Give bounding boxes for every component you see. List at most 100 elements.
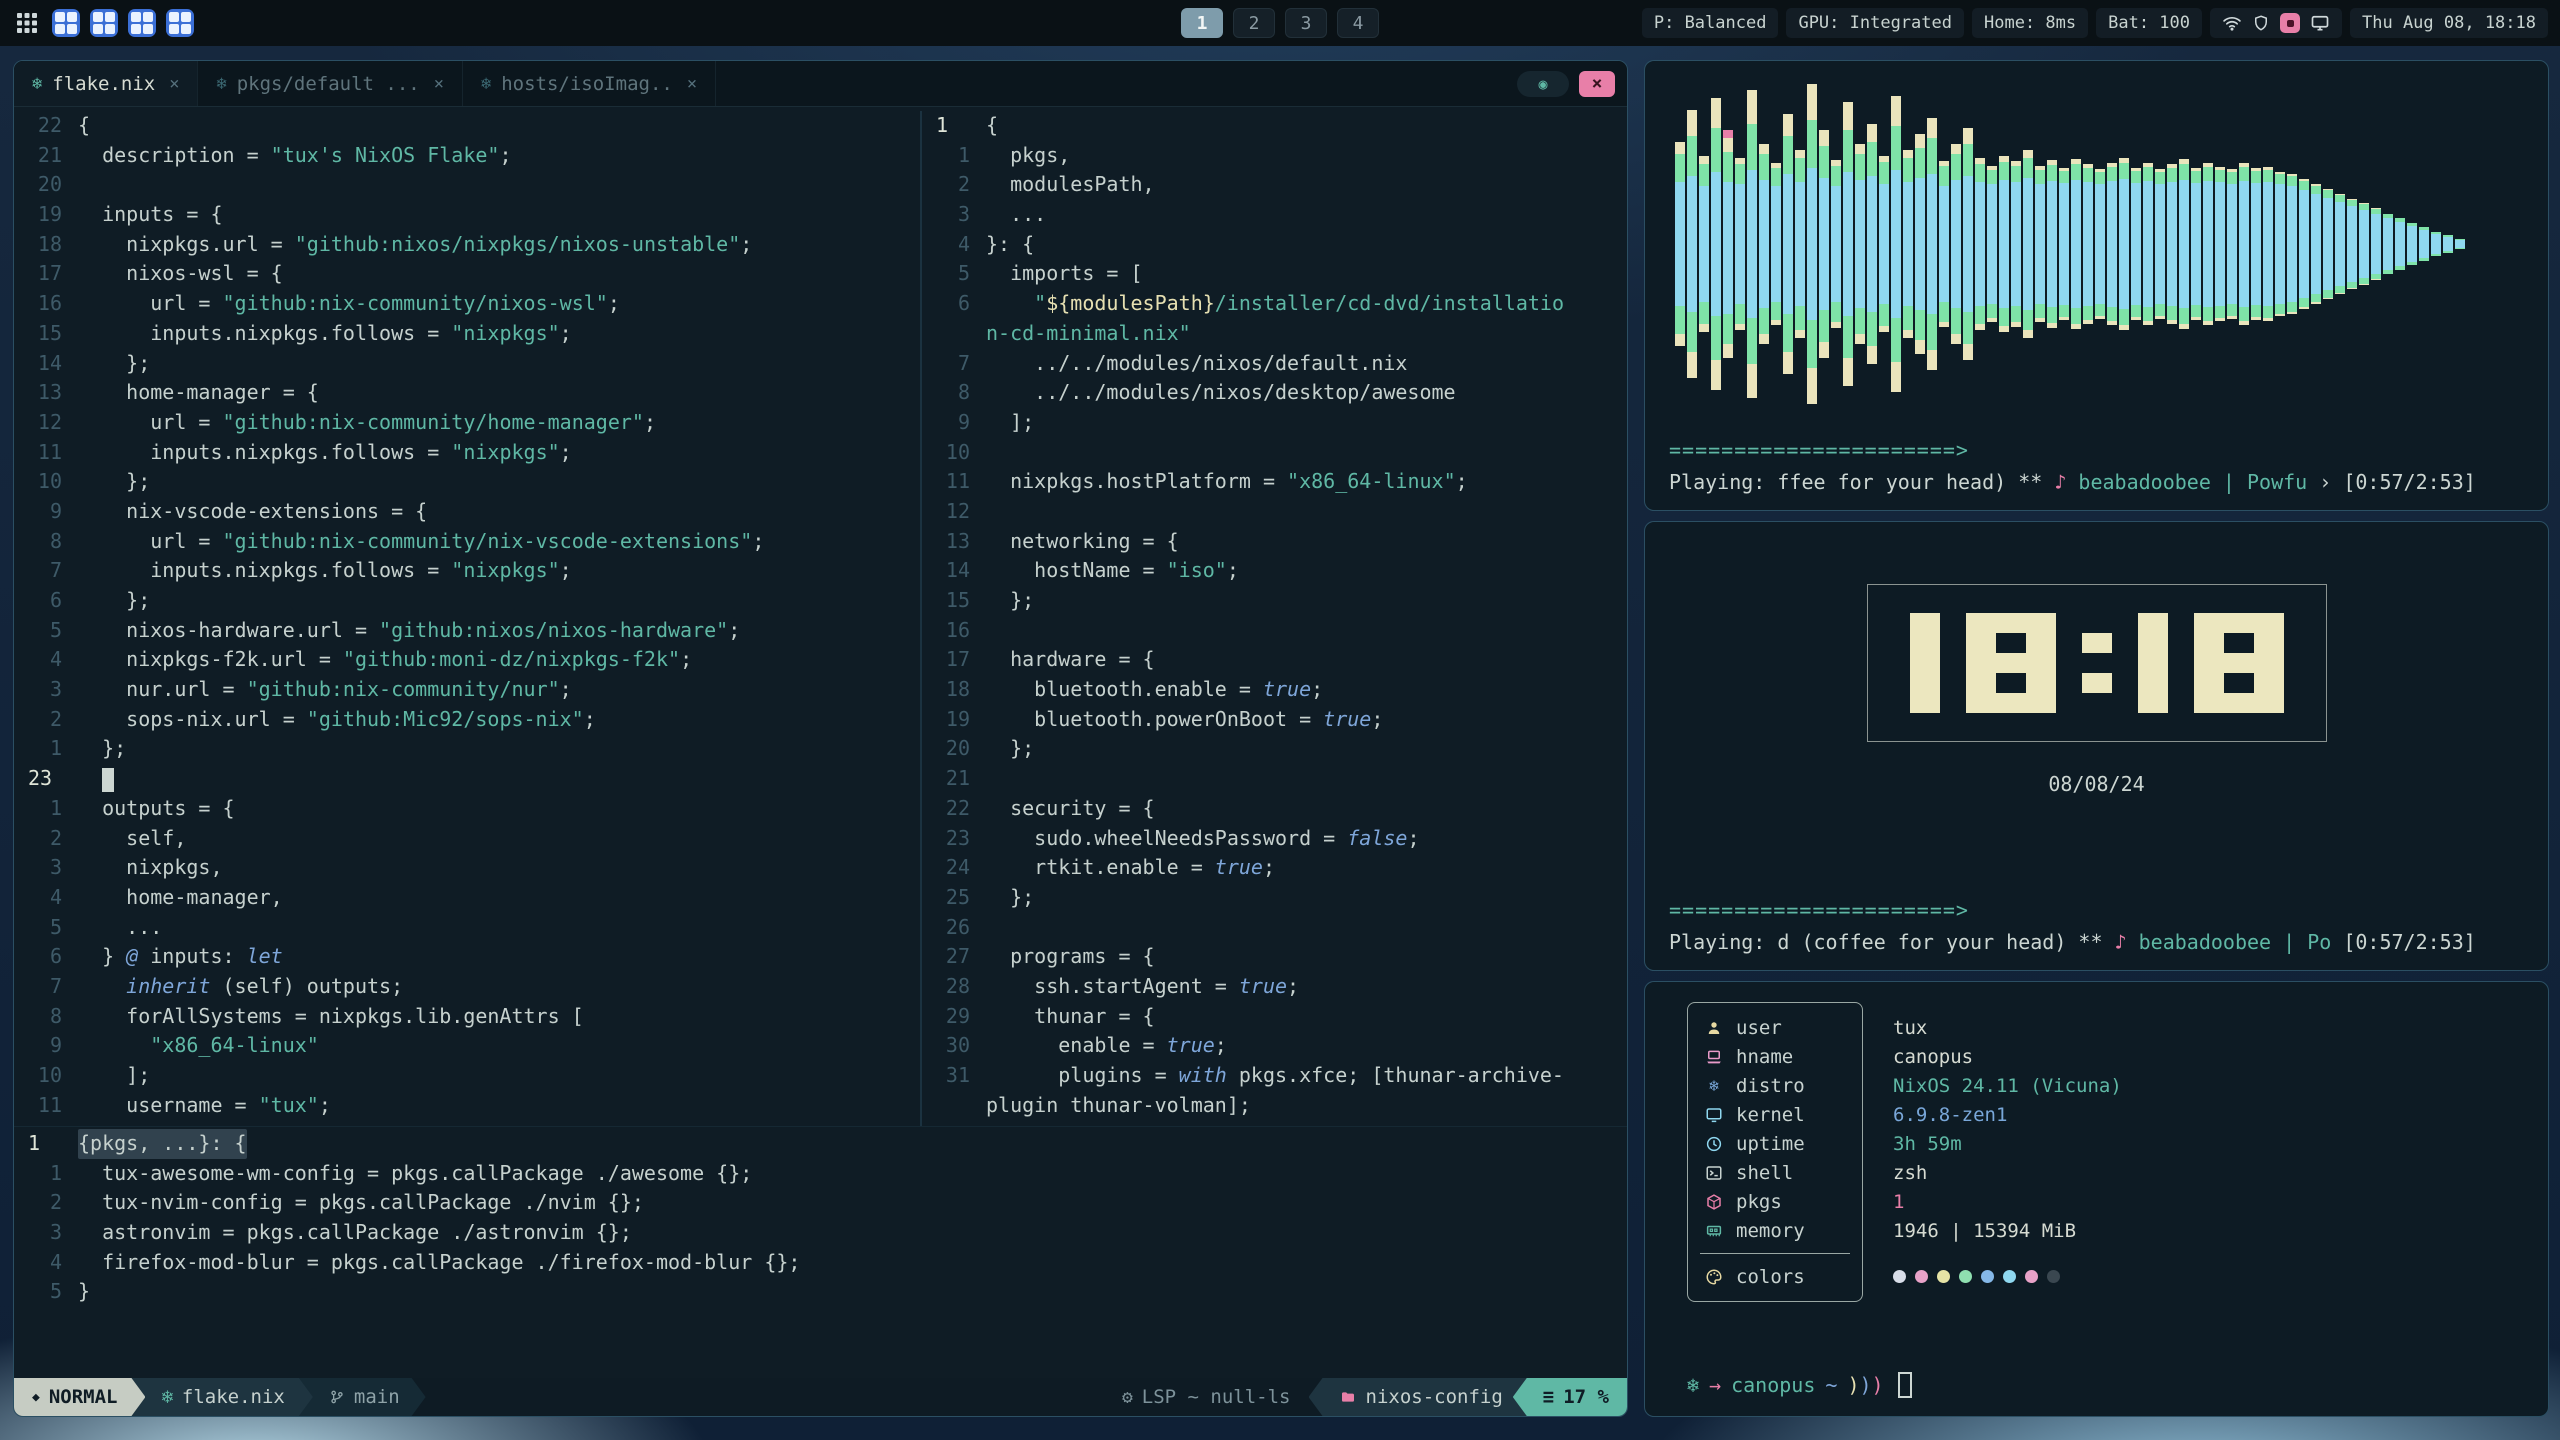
lines-icon: ≡ bbox=[1543, 1386, 1554, 1408]
taskbar-app-icon[interactable] bbox=[90, 9, 118, 37]
code-line: 18 nixpkgs.url = "github:nixos/nixpkgs/n… bbox=[14, 230, 920, 260]
launcher-icon[interactable] bbox=[12, 8, 42, 38]
viz-bar bbox=[1987, 166, 1997, 322]
viz-bar bbox=[2179, 159, 2189, 329]
workspace-tag-1[interactable]: 1 bbox=[1181, 8, 1223, 38]
code-line: 7 inputs.nixpkgs.follows = "nixpkgs"; bbox=[14, 556, 920, 586]
viz-bar bbox=[2263, 167, 2273, 321]
code-line: 16 url = "github:nix-community/nixos-wsl… bbox=[14, 289, 920, 319]
viz-bar bbox=[2155, 169, 2165, 319]
fetch-divider bbox=[1700, 1253, 1850, 1254]
percent-label: 17 % bbox=[1563, 1386, 1609, 1408]
code-line: 12 url = "github:nix-community/home-mana… bbox=[14, 408, 920, 438]
viz-bar bbox=[2359, 203, 2369, 285]
code-line: 9 "x86_64-linux" bbox=[14, 1031, 920, 1061]
code-line: 19 inputs = { bbox=[14, 200, 920, 230]
lsp-segment: ⚙ LSP ~ null-ls bbox=[1104, 1378, 1309, 1416]
pane-iso-image[interactable]: 1{1 pkgs,2 modulesPath,3 ...4}: {5 impor… bbox=[922, 111, 1627, 1126]
audio-visualizer bbox=[1669, 79, 2524, 409]
fetch-label: user bbox=[1736, 1017, 1782, 1039]
tab-hosts-isoImag-[interactable]: ❄hosts/isoImag..× bbox=[463, 61, 716, 106]
music-note-icon: ♪ bbox=[2115, 930, 2139, 954]
playing-prefix: Playing: bbox=[1669, 470, 1777, 494]
viz-bar bbox=[1675, 142, 1685, 346]
tab-close-icon[interactable]: × bbox=[687, 74, 697, 94]
tabs: ❄flake.nix×❄pkgs/default ...×❄hosts/isoI… bbox=[14, 61, 716, 106]
code-line: 7 ../../modules/nixos/default.nix bbox=[922, 349, 1627, 379]
code-line: 16 bbox=[922, 616, 1627, 646]
code-line: 4 firefox-mod-blur = pkgs.callPackage ./… bbox=[14, 1248, 1627, 1278]
workspace-tag-4[interactable]: 4 bbox=[1337, 8, 1379, 38]
color-swatch bbox=[1893, 1270, 1906, 1283]
pane-flake-nix[interactable]: 22{21 description = "tux's NixOS Flake";… bbox=[14, 111, 920, 1126]
clock-colon bbox=[2082, 613, 2112, 713]
taskbar-right: P: BalancedGPU: IntegratedHome: 8msBat: … bbox=[1642, 8, 2548, 38]
code-line: 1{pkgs, ...}: { bbox=[14, 1129, 1627, 1159]
color-swatch bbox=[1915, 1270, 1928, 1283]
window-controls: ◉ × bbox=[1517, 61, 1627, 106]
viz-bar bbox=[2023, 150, 2033, 338]
system-fetch: userhname❄distrokerneluptimeshellpkgsmem… bbox=[1669, 1002, 2524, 1302]
tab-close-icon[interactable]: × bbox=[169, 74, 179, 94]
code-line: 8 forAllSystems = nixpkgs.lib.genAttrs [ bbox=[14, 1002, 920, 1032]
code-line: 12 bbox=[922, 497, 1627, 527]
status-pill: P: Balanced bbox=[1642, 8, 1779, 38]
music-note-icon: ♪ bbox=[2054, 470, 2078, 494]
viz-bar bbox=[2323, 189, 2333, 299]
fetch-row: memory bbox=[1704, 1216, 1846, 1245]
fetch-row: user bbox=[1704, 1013, 1846, 1042]
viz-bar bbox=[2131, 168, 2141, 320]
code-line: 3 ... bbox=[922, 200, 1627, 230]
mode-segment: ◆ NORMAL bbox=[14, 1378, 145, 1416]
code-line: 1 tux-awesome-wm-config = pkgs.callPacka… bbox=[14, 1159, 1627, 1189]
fetch-row: shell bbox=[1704, 1158, 1846, 1187]
shield-icon[interactable] bbox=[2252, 13, 2270, 33]
git-branch-icon bbox=[329, 1388, 345, 1406]
folder-icon bbox=[1339, 1389, 1357, 1405]
status-pill: Bat: 100 bbox=[2096, 8, 2202, 38]
prompt-host: canopus bbox=[1731, 1373, 1815, 1397]
color-swatch bbox=[1981, 1270, 1994, 1283]
code-line: 9 ]; bbox=[922, 408, 1627, 438]
viz-bar bbox=[2083, 164, 2093, 324]
separator: › bbox=[2307, 470, 2343, 494]
viz-bar bbox=[1999, 156, 2009, 332]
close-button[interactable]: × bbox=[1579, 71, 1615, 97]
fetch-row: pkgs bbox=[1704, 1187, 1846, 1216]
tray-icons bbox=[2210, 8, 2342, 38]
viz-bar bbox=[1843, 102, 1853, 386]
tab-flake-nix[interactable]: ❄flake.nix× bbox=[14, 61, 198, 106]
code-line: 31 plugins = with pkgs.xfce; [thunar-arc… bbox=[922, 1061, 1627, 1091]
wifi-icon[interactable] bbox=[2222, 13, 2242, 33]
fetch-values: tuxcanopusNixOS 24.11 (Vicuna)6.9.8-zen1… bbox=[1863, 1002, 2122, 1291]
workspace-tag-2[interactable]: 2 bbox=[1233, 8, 1275, 38]
shell-prompt[interactable]: ❄ → canopus ~ ))) bbox=[1687, 1372, 1912, 1398]
fetch-label: memory bbox=[1736, 1220, 1805, 1242]
pane-pkgs-default[interactable]: 1{pkgs, ...}: {1 tux-awesome-wm-config =… bbox=[14, 1126, 1627, 1378]
tabline: ❄flake.nix×❄pkgs/default ...×❄hosts/isoI… bbox=[14, 61, 1627, 107]
prompt-chevron: ) bbox=[1859, 1373, 1871, 1397]
prompt-arrow: → bbox=[1709, 1373, 1721, 1397]
playing-prefix: Playing: bbox=[1669, 930, 1777, 954]
workspace-tag-3[interactable]: 3 bbox=[1285, 8, 1327, 38]
mode-label: NORMAL bbox=[49, 1386, 118, 1408]
tab-close-icon[interactable]: × bbox=[434, 74, 444, 94]
code-line: 8 ../../modules/nixos/desktop/awesome bbox=[922, 378, 1627, 408]
tab-pkgs-default-[interactable]: ❄pkgs/default ...× bbox=[198, 61, 463, 106]
viz-bar bbox=[1711, 98, 1721, 390]
viz-bar bbox=[2107, 163, 2117, 325]
clock-digit bbox=[2194, 613, 2284, 713]
toggle-button[interactable]: ◉ bbox=[1517, 71, 1569, 97]
keyboard-layout-icon[interactable] bbox=[2280, 13, 2300, 33]
viz-bar bbox=[1807, 84, 1817, 404]
taskbar-app-icon[interactable] bbox=[128, 9, 156, 37]
taskbar-app-icon[interactable] bbox=[52, 9, 80, 37]
clock-widget[interactable]: Thu Aug 08, 18:18 bbox=[2350, 8, 2548, 38]
fetch-label: colors bbox=[1736, 1266, 1805, 1288]
code-line: 4 home-manager, bbox=[14, 883, 920, 913]
project-label: nixos-config bbox=[1366, 1386, 1503, 1408]
display-icon[interactable] bbox=[2310, 13, 2330, 33]
taskbar-app-icon[interactable] bbox=[166, 9, 194, 37]
prompt-chevron: ) bbox=[1872, 1373, 1884, 1397]
separator bbox=[2331, 930, 2343, 954]
